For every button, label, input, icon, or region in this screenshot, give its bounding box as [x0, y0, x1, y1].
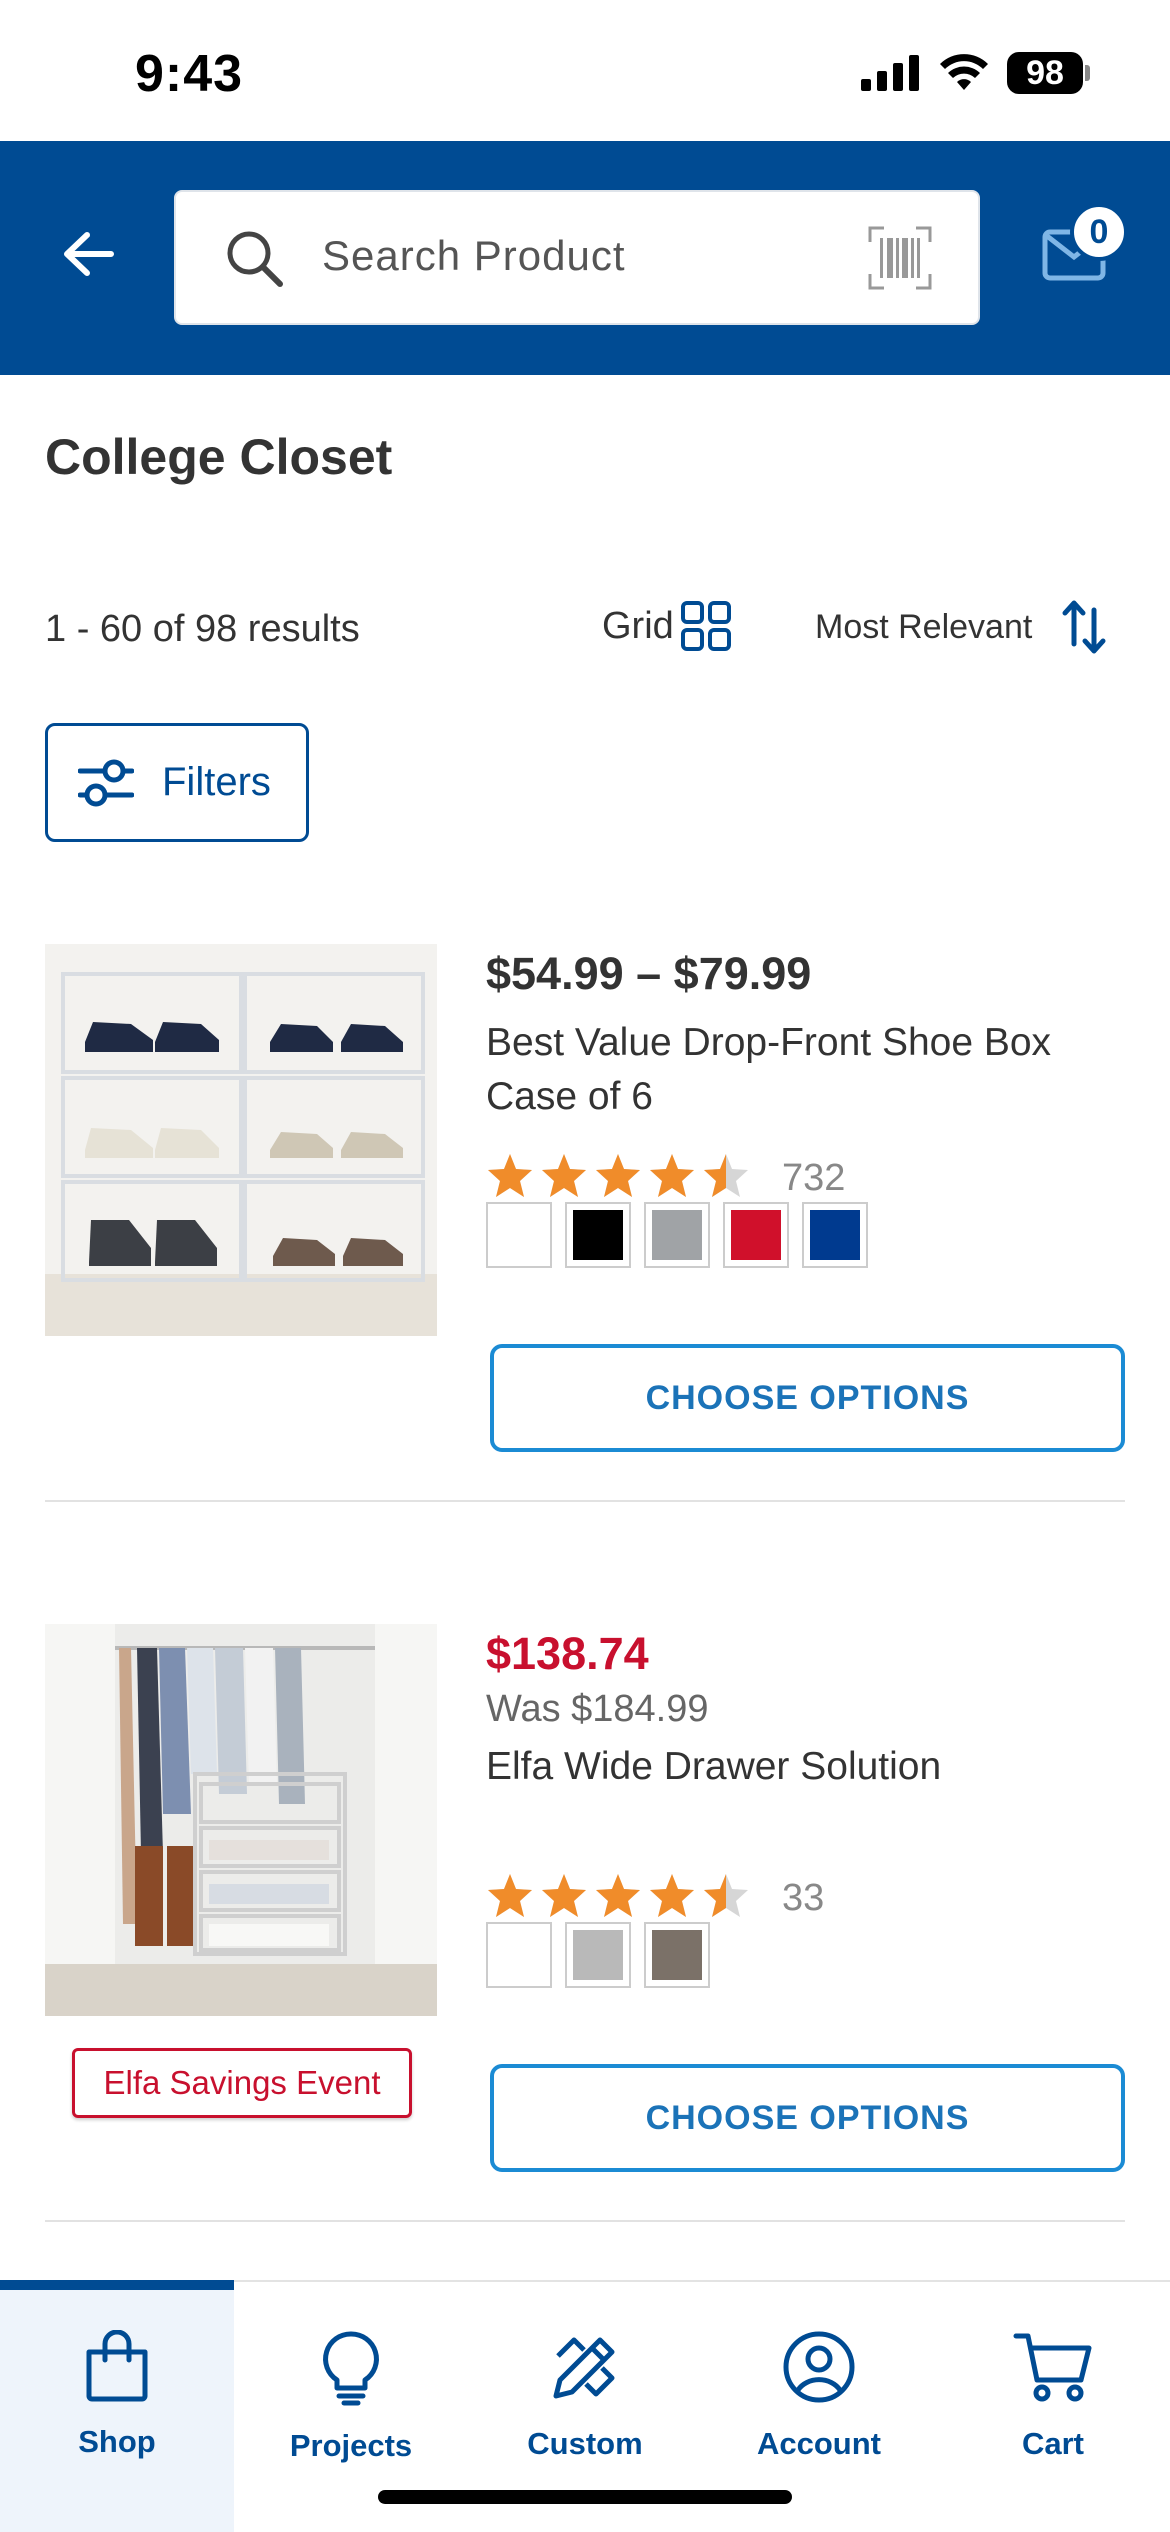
results-count: 1 - 60 of 98 results — [45, 608, 360, 650]
color-swatch[interactable] — [565, 1922, 631, 1988]
shopping-bag-icon — [86, 2330, 148, 2402]
filters-label: Filters — [162, 760, 271, 804]
search-placeholder: Search Product — [322, 232, 626, 279]
color-swatch-fill — [810, 1210, 860, 1260]
stars-icon — [486, 1872, 756, 1925]
search-icon — [227, 231, 283, 287]
sale-price: $138.74 — [486, 1628, 649, 1679]
color-swatch-fill — [731, 1210, 781, 1260]
divider — [45, 2220, 1125, 2222]
product-image[interactable] — [45, 1624, 437, 2016]
tab-cart[interactable]: Cart — [936, 2282, 1170, 2532]
status-time: 9:43 — [135, 45, 244, 103]
review-count: 33 — [782, 1877, 825, 1919]
sort-arrows-icon — [1062, 600, 1106, 654]
status-bar: 9:43 98 — [0, 0, 1170, 141]
wifi-icon — [940, 54, 988, 90]
star-icon — [542, 1154, 586, 1197]
cellular-signal-icon — [861, 55, 919, 91]
color-swatches — [486, 1922, 710, 1988]
star-icon — [596, 1874, 640, 1917]
battery-icon: 98 — [1007, 52, 1090, 94]
promo-badge: Elfa Savings Event — [72, 2048, 412, 2118]
product-price: $54.99 – $79.99 — [486, 948, 812, 999]
color-swatch[interactable] — [486, 1922, 552, 1988]
shoe-box-illustration — [45, 944, 437, 1336]
star-icon — [488, 1154, 532, 1197]
choose-options-button[interactable]: CHOOSE OPTIONS — [490, 2064, 1125, 2172]
app-header: Search Product 0 — [0, 141, 1170, 375]
drawer-solution-illustration — [45, 1624, 437, 2016]
grid-view-toggle[interactable]: Grid — [602, 600, 732, 652]
star-icon — [488, 1874, 532, 1917]
battery-tip — [1085, 65, 1090, 81]
choose-options-button[interactable]: CHOOSE OPTIONS — [490, 1344, 1125, 1452]
product-card: $54.99 – $79.99 Best Value Drop-Front Sh… — [0, 944, 1170, 1504]
color-swatch-fill — [652, 1930, 702, 1980]
star-icon — [542, 1874, 586, 1917]
tab-label: Shop — [78, 2424, 156, 2459]
star-icon — [704, 1154, 748, 1197]
barcode-scan-icon[interactable] — [868, 226, 932, 290]
filters-button[interactable]: Filters — [45, 723, 309, 842]
lightbulb-icon — [323, 2331, 379, 2406]
page-title: College Closet — [45, 429, 393, 485]
cart-icon — [1013, 2333, 1092, 2402]
battery-level: 98 — [1007, 52, 1083, 94]
tab-shop[interactable]: Shop — [0, 2280, 234, 2532]
product-image[interactable] — [45, 944, 437, 1336]
sort-label: Most Relevant — [815, 607, 1033, 646]
star-rating: 33 — [486, 1872, 824, 1925]
home-indicator — [378, 2490, 792, 2504]
color-swatch[interactable] — [565, 1202, 631, 1268]
color-swatch-fill — [573, 1930, 623, 1980]
color-swatch[interactable] — [644, 1922, 710, 1988]
color-swatch-fill — [494, 1930, 544, 1980]
sort-dropdown[interactable]: Most Relevant — [815, 598, 1106, 656]
stars-icon — [486, 1152, 756, 1205]
color-swatches — [486, 1202, 868, 1268]
color-swatch-fill — [573, 1210, 623, 1260]
tab-label: Account — [757, 2426, 881, 2461]
color-swatch[interactable] — [723, 1202, 789, 1268]
search-input[interactable]: Search Product — [174, 190, 980, 325]
tab-label: Custom — [527, 2426, 643, 2461]
star-icon — [704, 1874, 748, 1917]
color-swatch-fill — [494, 1210, 544, 1260]
grid-icon — [680, 601, 731, 651]
star-icon — [650, 1874, 694, 1917]
star-icon — [650, 1154, 694, 1197]
tab-label: Projects — [289, 2428, 413, 2463]
user-circle-icon — [783, 2331, 855, 2403]
product-card: $138.74 Was $184.99 Elfa Wide Drawer Sol… — [0, 1624, 1170, 2224]
product-name[interactable]: Elfa Wide Drawer Solution — [486, 1740, 1126, 1794]
color-swatch-fill — [652, 1210, 702, 1260]
mail-badge: 0 — [1070, 203, 1128, 261]
product-name[interactable]: Best Value Drop-Front Shoe Box Case of 6 — [486, 1016, 1126, 1124]
star-icon — [596, 1154, 640, 1197]
arrow-left-icon — [64, 232, 114, 276]
star-rating: 732 — [486, 1152, 845, 1205]
grid-label: Grid — [602, 604, 674, 647]
color-swatch[interactable] — [644, 1202, 710, 1268]
back-button[interactable] — [55, 221, 121, 287]
divider — [45, 1500, 1125, 1502]
sliders-icon — [78, 759, 134, 806]
color-swatch[interactable] — [802, 1202, 868, 1268]
status-icons: 98 — [861, 52, 1090, 94]
pencil-ruler-icon — [553, 2337, 615, 2399]
color-swatch[interactable] — [486, 1202, 552, 1268]
tab-label: Cart — [1021, 2426, 1084, 2461]
review-count: 732 — [782, 1157, 846, 1199]
was-price: Was $184.99 — [486, 1688, 709, 1730]
